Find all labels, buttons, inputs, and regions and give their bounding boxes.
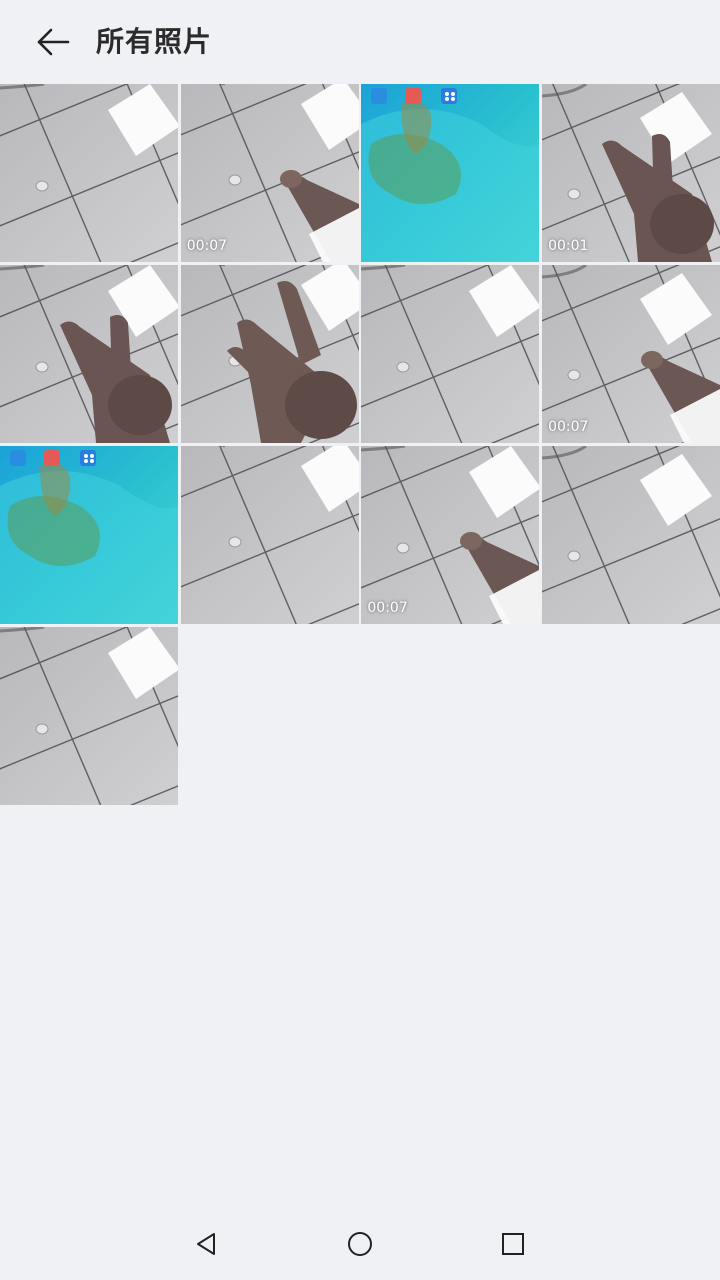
thumbnail-image bbox=[180, 446, 359, 624]
photo-thumbnail[interactable] bbox=[0, 627, 178, 805]
thumbnail-image bbox=[0, 265, 178, 443]
video-thumbnail[interactable]: 00:07 bbox=[361, 446, 540, 624]
circle-home-icon bbox=[348, 1232, 372, 1256]
thumbnail-image bbox=[180, 84, 359, 262]
triangle-back-icon bbox=[197, 1233, 215, 1255]
video-duration-label: 00:01 bbox=[548, 238, 589, 254]
photo-thumbnail[interactable] bbox=[180, 265, 359, 443]
thumbnail-image bbox=[542, 446, 720, 624]
video-thumbnail[interactable]: 00:07 bbox=[542, 265, 720, 443]
thumbnail-image bbox=[361, 446, 540, 624]
nav-home-button[interactable] bbox=[336, 1222, 384, 1266]
video-thumbnail[interactable]: 00:07 bbox=[180, 84, 359, 262]
video-thumbnail[interactable]: 00:01 bbox=[542, 84, 720, 262]
thumbnail-image bbox=[0, 84, 178, 262]
thumbnail-image bbox=[542, 265, 720, 443]
system-nav-bar bbox=[0, 1208, 720, 1280]
photo-thumbnail[interactable] bbox=[542, 446, 720, 624]
photo-thumbnail[interactable] bbox=[180, 446, 359, 624]
photo-thumbnail[interactable] bbox=[361, 84, 540, 262]
back-button[interactable] bbox=[28, 20, 78, 64]
video-duration-label: 00:07 bbox=[548, 419, 589, 435]
thumbnail-image bbox=[0, 446, 178, 624]
photo-thumbnail[interactable] bbox=[361, 265, 540, 443]
thumbnail-image bbox=[0, 627, 178, 805]
nav-back-button[interactable] bbox=[183, 1222, 231, 1266]
photo-thumbnail[interactable] bbox=[0, 265, 178, 443]
thumbnail-image bbox=[361, 265, 540, 443]
square-recents-icon bbox=[502, 1233, 524, 1255]
photo-thumbnail[interactable] bbox=[0, 84, 178, 262]
app-header: 所有照片 bbox=[0, 0, 720, 84]
video-duration-label: 00:07 bbox=[367, 600, 408, 616]
thumbnail-image bbox=[180, 265, 359, 443]
photo-thumbnail[interactable] bbox=[0, 446, 178, 624]
thumbnail-image bbox=[361, 84, 540, 262]
video-duration-label: 00:07 bbox=[186, 238, 228, 254]
arrow-left-icon bbox=[37, 28, 70, 56]
nav-recents-button[interactable] bbox=[489, 1222, 537, 1266]
thumbnail-image bbox=[542, 84, 720, 262]
page-title: 所有照片 bbox=[96, 25, 213, 58]
